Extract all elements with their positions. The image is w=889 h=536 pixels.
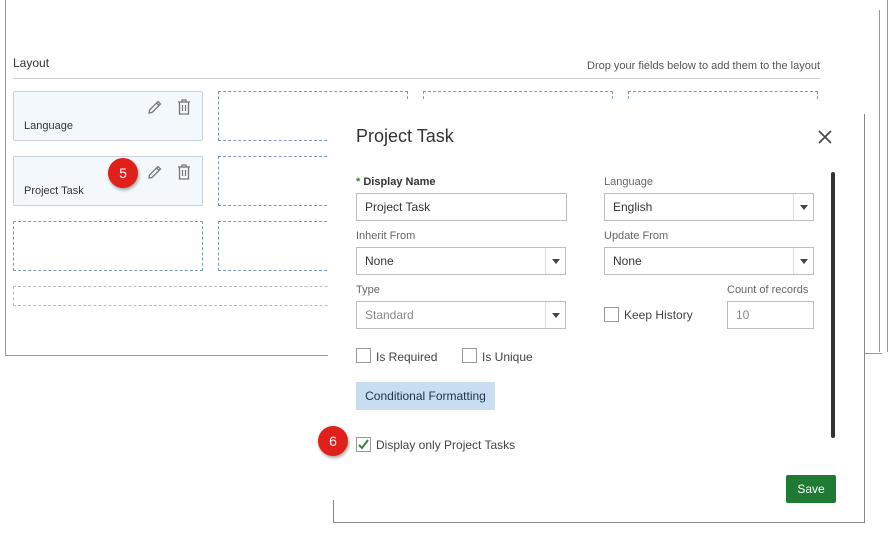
trash-icon[interactable] xyxy=(176,98,192,116)
field-label: Project Task xyxy=(24,185,84,197)
pencil-icon[interactable] xyxy=(146,163,164,181)
inherit-from-value: None xyxy=(365,254,394,268)
page-frame-right xyxy=(887,0,888,352)
display-only-label: Display only Project Tasks xyxy=(376,438,516,452)
is-required-checkbox[interactable] xyxy=(356,348,371,363)
step-badge-5: 5 xyxy=(108,158,138,188)
page-frame-right-inner xyxy=(879,10,880,352)
keep-history-checkbox[interactable] xyxy=(604,307,619,322)
layout-hint: Drop your fields below to add them to th… xyxy=(587,60,820,72)
close-icon[interactable] xyxy=(815,127,835,147)
update-from-value: None xyxy=(613,254,642,268)
count-of-records-input[interactable]: 10 xyxy=(727,301,814,329)
layout-field-language[interactable]: Language xyxy=(13,91,203,141)
step-badge-6: 6 xyxy=(318,426,348,456)
language-value: English xyxy=(613,200,653,214)
language-select[interactable]: English xyxy=(604,193,814,221)
inherit-from-label: Inherit From xyxy=(356,230,416,242)
chevron-down-icon[interactable] xyxy=(793,248,813,274)
keep-history-label: Keep History xyxy=(624,308,693,322)
inherit-from-select[interactable]: None xyxy=(356,247,566,275)
layout-field-project-task[interactable]: Project Task xyxy=(13,156,203,206)
modal-frame-bottom xyxy=(333,522,865,523)
type-select[interactable]: Standard xyxy=(356,301,566,329)
checkmark-icon xyxy=(358,439,369,450)
is-unique-checkbox[interactable] xyxy=(462,348,477,363)
layout-frame-bottom xyxy=(5,355,328,356)
save-button[interactable]: Save xyxy=(786,475,836,503)
layout-title: Layout xyxy=(13,56,50,70)
display-name-input[interactable]: Project Task xyxy=(356,193,567,221)
modal-frame-right xyxy=(864,114,865,523)
is-unique-label: Is Unique xyxy=(482,350,533,364)
chevron-down-icon[interactable] xyxy=(545,302,565,328)
count-of-records-label: Count of records xyxy=(727,284,809,296)
drop-slot[interactable] xyxy=(13,221,203,271)
update-from-select[interactable]: None xyxy=(604,247,814,275)
modal-title: Project Task xyxy=(356,126,454,146)
conditional-formatting-button[interactable]: Conditional Formatting xyxy=(356,382,495,410)
layout-divider xyxy=(13,78,820,79)
update-from-label: Update From xyxy=(604,230,669,242)
trash-icon[interactable] xyxy=(176,163,192,181)
type-value: Standard xyxy=(365,308,414,322)
display-name-label: * Display Name xyxy=(356,176,436,188)
page-frame-corner xyxy=(862,353,882,354)
required-star: * xyxy=(356,176,361,188)
modal-frame-left xyxy=(333,500,334,522)
chevron-down-icon[interactable] xyxy=(793,194,813,220)
modal-scrollbar[interactable] xyxy=(831,172,835,438)
chevron-down-icon[interactable] xyxy=(545,248,565,274)
type-label: Type xyxy=(356,284,380,296)
language-label: Language xyxy=(604,176,653,188)
is-required-label: Is Required xyxy=(376,350,438,364)
field-label: Language xyxy=(24,120,73,132)
layout-frame-left xyxy=(5,0,6,356)
pencil-icon[interactable] xyxy=(146,98,164,116)
display-only-checkbox[interactable] xyxy=(356,437,371,452)
